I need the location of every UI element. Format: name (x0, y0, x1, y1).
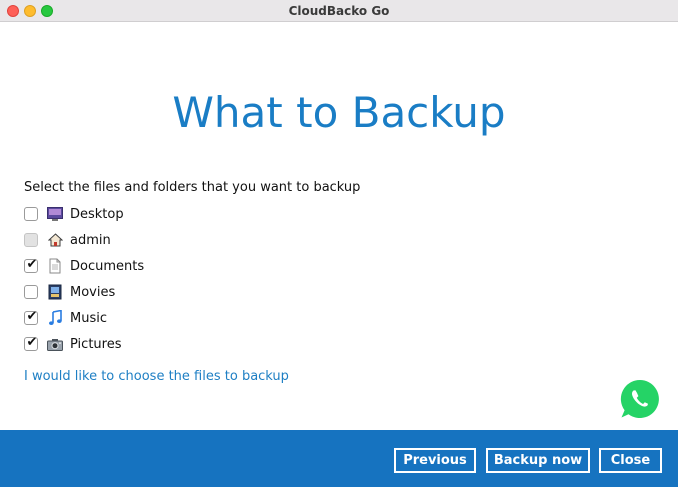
camera-icon (47, 336, 63, 352)
checkbox-movies[interactable] (24, 285, 38, 299)
checkbox-documents[interactable]: ✔ (24, 257, 38, 273)
checkbox-music[interactable]: ✔ (24, 309, 38, 325)
list-item-music[interactable]: ✔ Music (24, 305, 144, 331)
footer-bar: Previous Backup now Close (0, 430, 678, 487)
checkbox-pictures[interactable]: ✔ (24, 335, 38, 351)
item-label: Pictures (70, 336, 122, 352)
desktop-icon (47, 206, 63, 222)
list-item-admin[interactable]: admin (24, 227, 144, 253)
list-item-documents[interactable]: ✔ Documents (24, 253, 144, 279)
movies-icon (47, 284, 63, 300)
home-icon (47, 232, 63, 248)
backup-source-list: Desktop admin ✔ Documents Movies ✔ Music… (24, 201, 144, 357)
list-item-pictures[interactable]: ✔ Pictures (24, 331, 144, 357)
music-note-icon (47, 310, 63, 326)
documents-icon (47, 258, 63, 274)
window-title: CloudBacko Go (288, 4, 390, 18)
previous-button[interactable]: Previous (394, 448, 476, 473)
item-label: Movies (70, 284, 116, 300)
item-label: Desktop (70, 206, 124, 222)
checkbox-admin[interactable] (24, 233, 38, 247)
whatsapp-icon[interactable] (619, 378, 661, 420)
checkmark-icon: ✔ (26, 335, 38, 350)
item-label: Music (70, 310, 107, 326)
close-button[interactable]: Close (599, 448, 662, 473)
checkmark-icon: ✔ (26, 309, 38, 324)
checkbox-desktop[interactable] (24, 207, 38, 221)
list-item-movies[interactable]: Movies (24, 279, 144, 305)
instruction-text: Select the files and folders that you wa… (24, 180, 361, 195)
checkmark-icon: ✔ (26, 257, 38, 272)
title-bar: CloudBacko Go (0, 0, 678, 22)
item-label: Documents (70, 258, 145, 274)
item-label: admin (70, 232, 111, 248)
page-title: What to Backup (172, 88, 506, 137)
choose-files-link[interactable]: I would like to choose the files to back… (24, 369, 289, 384)
backup-now-button[interactable]: Backup now (486, 448, 590, 473)
list-item-desktop[interactable]: Desktop (24, 201, 144, 227)
